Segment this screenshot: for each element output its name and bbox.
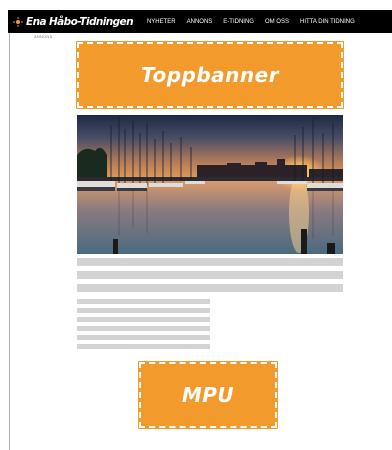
top-navigation-bar: Ena Håbo-Tidningen NYHETER ANNONS E-TIDN… — [8, 10, 392, 33]
nav-item-om-oss[interactable]: OM OSS — [265, 19, 289, 25]
mpu-ad[interactable]: MPU — [138, 361, 278, 429]
text-placeholder-line — [77, 344, 210, 349]
nav-item-hitta-din-tidning[interactable]: HITTA DIN TIDNING — [300, 19, 355, 25]
text-placeholder-line — [77, 284, 343, 292]
top-banner-ad[interactable]: Toppbanner — [76, 41, 344, 109]
page-divider — [9, 33, 10, 450]
text-placeholder-line — [77, 258, 343, 266]
nav-item-nyheter[interactable]: NYHETER — [147, 19, 176, 25]
sun-icon — [13, 16, 23, 27]
nav-item-e-tidning[interactable]: E-TIDNING — [223, 19, 254, 25]
mpu-label: MPU — [181, 383, 235, 407]
site-logo[interactable]: Ena Håbo-Tidningen — [13, 15, 134, 28]
top-banner-label: Toppbanner — [140, 63, 280, 87]
text-placeholder-line — [77, 317, 210, 322]
text-placeholder-line — [77, 308, 210, 313]
article-image[interactable] — [77, 115, 343, 254]
text-placeholder-line — [77, 299, 210, 304]
logo-text: Ena Håbo-Tidningen — [26, 15, 134, 28]
nav-item-annons[interactable]: ANNONS — [187, 19, 213, 25]
text-placeholder-line — [77, 271, 343, 279]
marina-sunset-image — [77, 115, 343, 254]
text-placeholder-line — [77, 326, 210, 331]
ad-label: ANNONS — [34, 34, 53, 39]
text-placeholder-line — [77, 335, 210, 340]
main-nav: NYHETER ANNONS E-TIDNING OM OSS HITTA DI… — [147, 19, 366, 25]
